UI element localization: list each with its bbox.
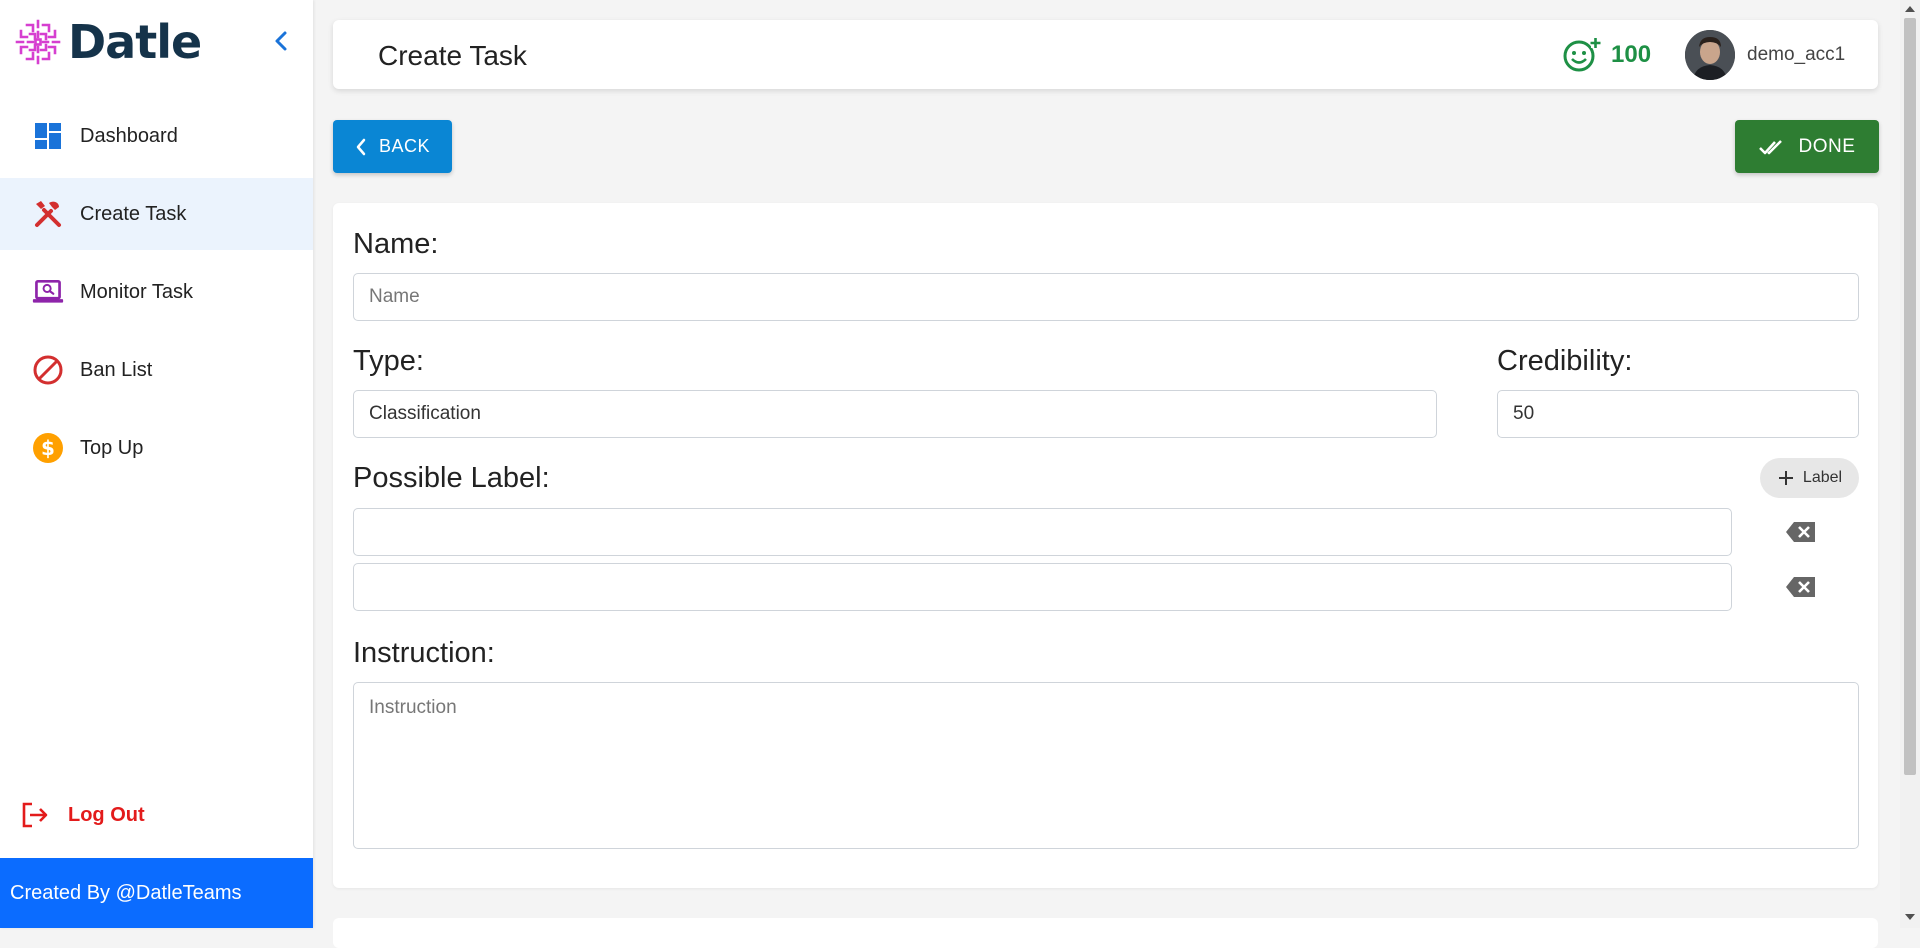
type-label: Type: — [353, 345, 424, 377]
chevron-left-icon — [356, 138, 366, 155]
type-select[interactable]: Classification — [353, 390, 1437, 438]
chevron-left-icon — [275, 31, 287, 51]
plus-icon — [1778, 471, 1793, 485]
page-scrollbar[interactable] — [1900, 0, 1920, 928]
back-button-label: BACK — [378, 136, 431, 156]
instruction-label: Instruction: — [353, 637, 495, 669]
sidebar-item-label: Monitor Task — [80, 280, 194, 303]
scroll-down-arrow-icon[interactable] — [1905, 914, 1915, 920]
sidebar-item-label: Top Up — [80, 436, 144, 459]
scrollbar-thumb[interactable] — [1904, 18, 1916, 775]
smiley-plus-icon — [1563, 38, 1601, 72]
secondary-card — [333, 918, 1878, 948]
ban-icon — [32, 354, 64, 386]
sidebar-nav: Dashboard Create Task Monitor Task Ban L… — [0, 100, 313, 490]
sidebar: Datle Dashboard Create Task Monitor Task… — [0, 0, 313, 928]
page-title: Create Task — [378, 40, 527, 71]
credit-value: 100 — [1611, 41, 1652, 68]
add-label-button[interactable]: Label — [1760, 458, 1859, 498]
double-check-icon — [1758, 139, 1782, 154]
monitor-icon — [32, 276, 64, 308]
sidebar-item-create-task[interactable]: Create Task — [0, 178, 313, 250]
credibility-label: Credibility: — [1497, 345, 1633, 377]
tools-icon — [32, 198, 64, 230]
sidebar-item-top-up[interactable]: $ Top Up — [0, 412, 313, 484]
create-task-form: Name: Name Type: Classification Credibil… — [333, 203, 1878, 888]
username: demo_acc1 — [1747, 44, 1846, 65]
sidebar-footer: Created By @DatleTeams — [0, 858, 313, 928]
logout-icon — [22, 802, 48, 828]
possible-label-input-1[interactable] — [353, 508, 1732, 556]
credibility-input[interactable]: 50 — [1497, 390, 1859, 438]
brand[interactable]: Datle — [14, 15, 202, 69]
done-button[interactable]: DONE — [1735, 120, 1879, 173]
sidebar-item-label: Dashboard — [80, 124, 178, 147]
footer-credit-text: Created By @DatleTeams — [10, 881, 242, 904]
avatar — [1685, 30, 1735, 80]
maze-logo-icon — [15, 19, 61, 65]
brand-name: Datle — [68, 15, 202, 69]
svg-text:$: $ — [41, 436, 55, 460]
user-menu[interactable]: demo_acc1 — [1685, 30, 1845, 80]
delete-label-button-1[interactable] — [1785, 519, 1817, 545]
sidebar-item-dashboard[interactable]: Dashboard — [0, 100, 313, 172]
top-header: Create Task 100 demo_acc1 — [333, 20, 1878, 89]
name-label: Name: — [353, 228, 439, 260]
instruction-textarea[interactable]: Instruction — [353, 682, 1859, 849]
collapse-sidebar-button[interactable] — [268, 28, 294, 54]
possible-label-input-2[interactable] — [353, 563, 1732, 611]
sidebar-item-ban-list[interactable]: Ban List — [0, 334, 313, 406]
name-input[interactable]: Name — [353, 273, 1859, 321]
backspace-icon — [1786, 577, 1815, 597]
sidebar-item-label: Ban List — [80, 358, 153, 381]
dollar-coin-icon: $ — [32, 432, 64, 464]
sidebar-item-monitor-task[interactable]: Monitor Task — [0, 256, 313, 328]
logout-label: Log Out — [68, 803, 145, 826]
add-label-button-label: Label — [1802, 469, 1843, 486]
back-button[interactable]: BACK — [333, 120, 452, 173]
scroll-up-arrow-icon[interactable] — [1905, 6, 1915, 12]
possible-label-label: Possible Label: — [353, 462, 550, 494]
dashboard-icon — [32, 120, 64, 152]
backspace-icon — [1786, 522, 1815, 542]
done-button-label: DONE — [1798, 135, 1856, 157]
sidebar-item-label: Create Task — [80, 202, 187, 225]
logout-button[interactable]: Log Out — [20, 798, 145, 832]
delete-label-button-2[interactable] — [1785, 574, 1817, 600]
credit-balance: 100 — [1563, 37, 1651, 73]
